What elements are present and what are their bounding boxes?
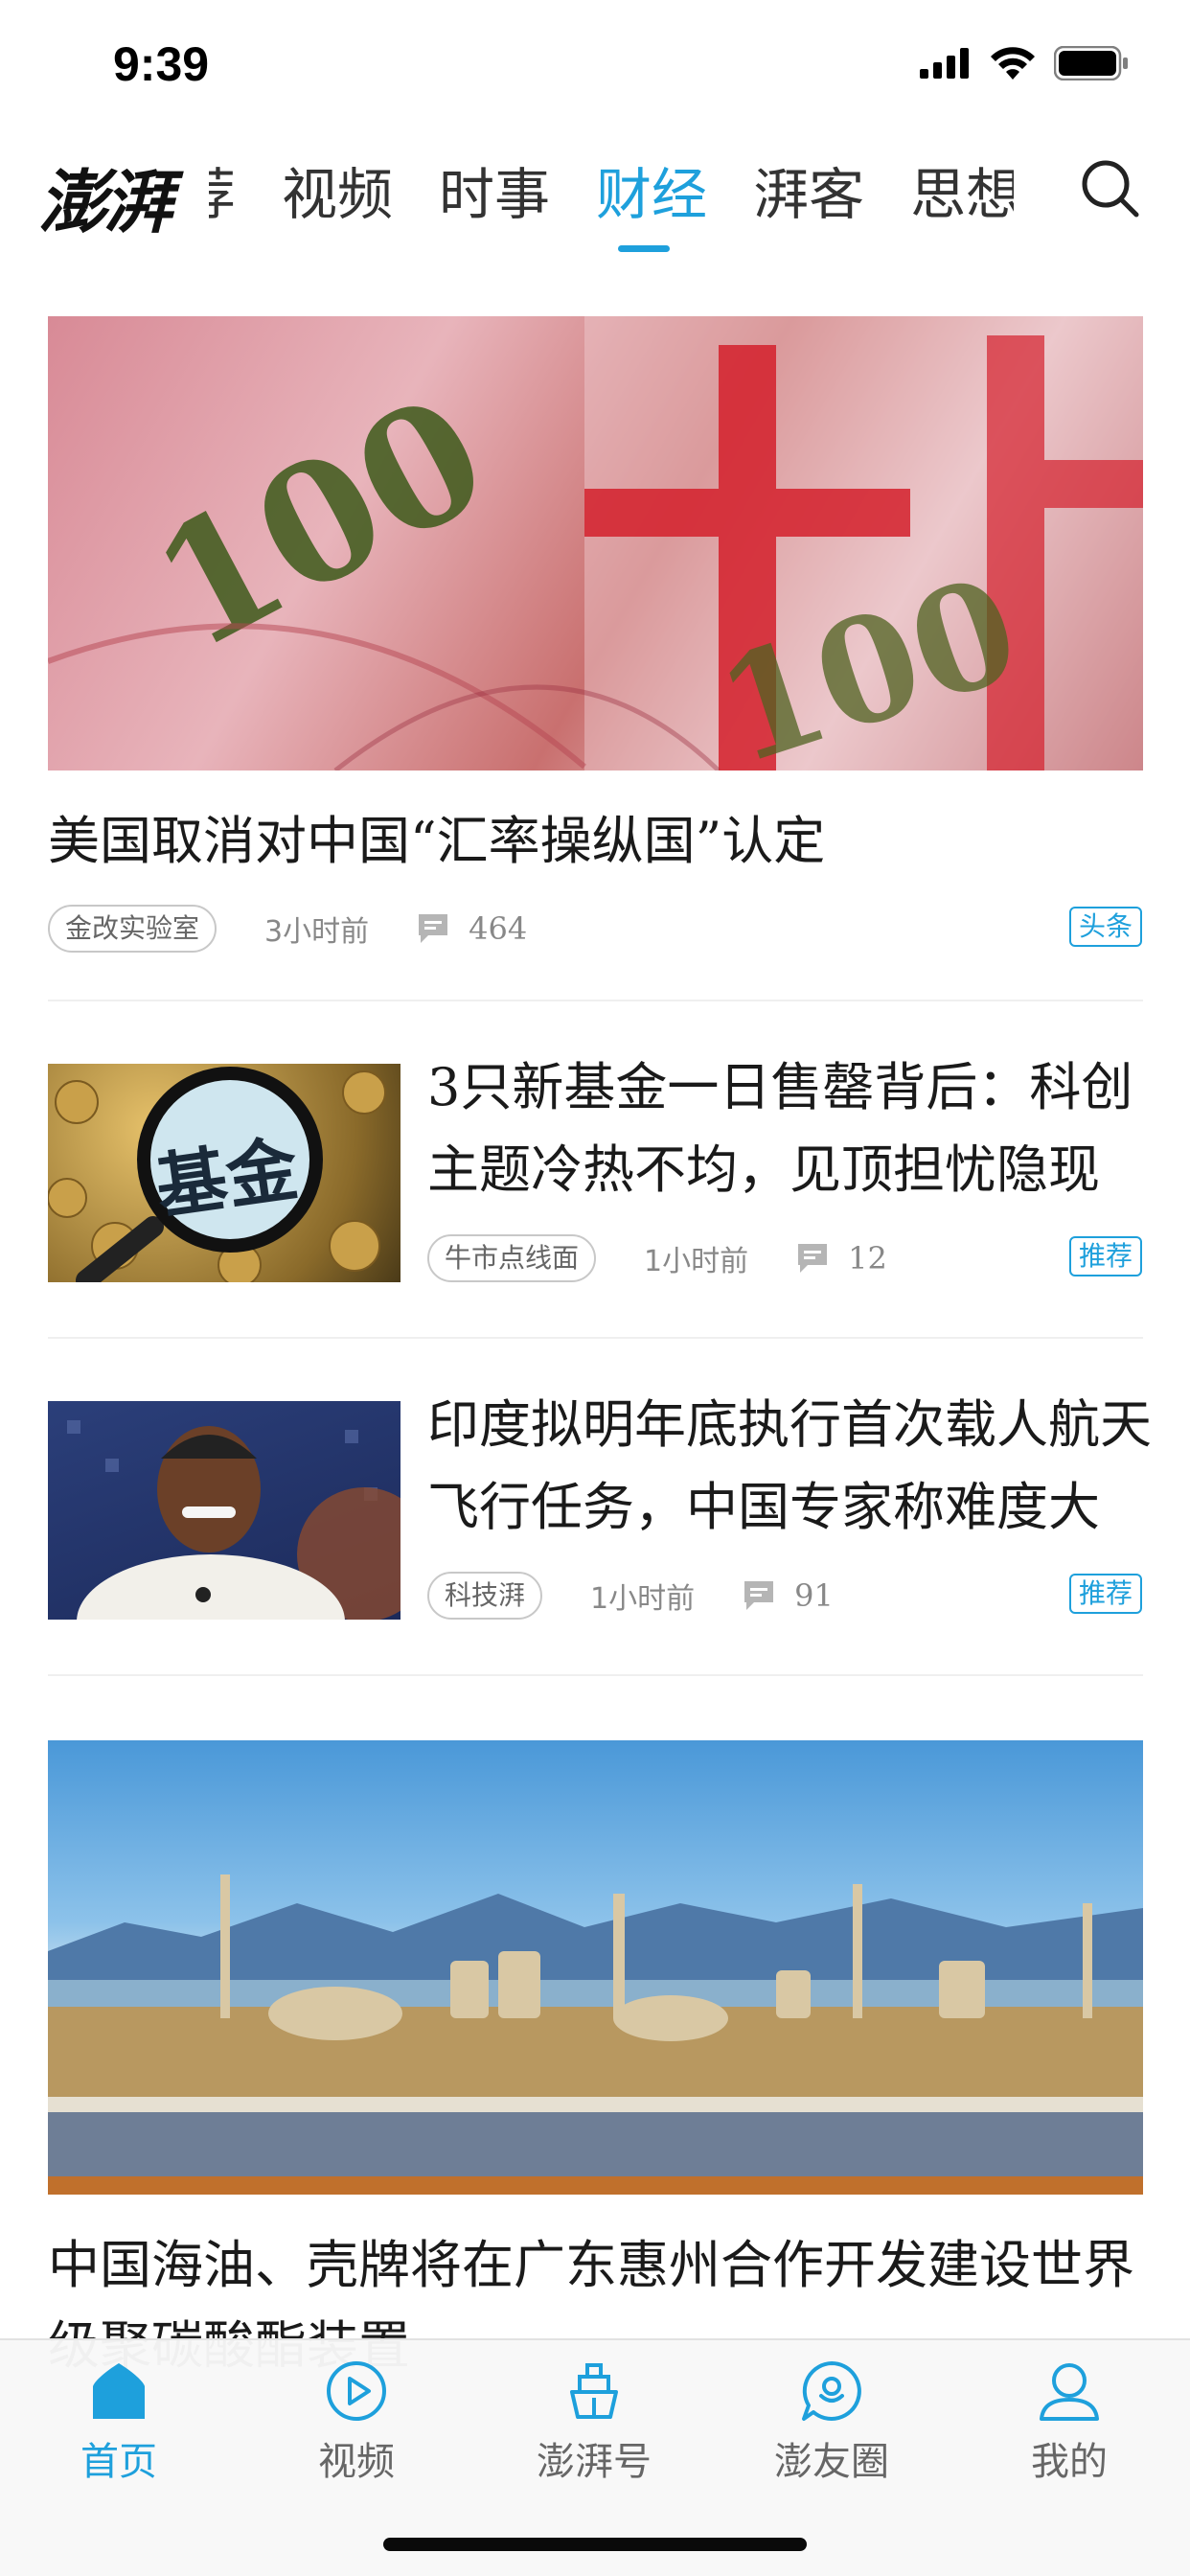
comment-icon [419,914,448,943]
divider [48,1337,1143,1339]
source-tag[interactable]: 科技湃 [427,1572,543,1620]
svg-text:100: 100 [126,358,515,687]
tabbar-pengyouquan[interactable]: 澎友圈 [736,2359,927,2486]
tab-video[interactable]: 视频 [282,150,393,230]
refinery-illustration [48,1874,1143,2195]
app-logo[interactable]: 澎湃 [38,146,172,246]
tab-current-affairs[interactable]: 时事 [439,150,550,230]
tab-finance[interactable]: 财经 [596,150,707,230]
article-thumbnail-fund[interactable]: 基金 [48,1064,400,1282]
tabbar-home[interactable]: 首页 [23,2359,215,2486]
battery-icon [1054,46,1128,80]
person-illustration [67,1420,400,1620]
tabbar-me[interactable]: 我的 [973,2359,1165,2486]
source-tag[interactable]: 牛市点线面 [427,1234,597,1282]
play-icon [327,2361,386,2421]
active-tab-indicator [618,245,670,252]
tabbar-label: 我的 [1031,2440,1108,2484]
divider [48,1674,1143,1676]
top-navigation: 澎湃 荐 视频 时事 财经 湃客 思想 [0,125,1190,259]
source-tag[interactable]: 金改实验室 [48,905,217,953]
banknote-illustration: 100 100 [48,316,1143,770]
comment-count: 91 [794,1577,834,1614]
tab-paike[interactable]: 湃客 [753,150,864,230]
home-indicator[interactable] [383,2538,807,2551]
tab-thought[interactable]: 思想 [910,150,1014,230]
divider [48,1000,1143,1001]
article-thumbnail-person[interactable] [48,1401,400,1620]
comment-count: 12 [848,1240,887,1276]
tab-recommend[interactable]: 荐 [209,150,236,230]
signal-icon [920,48,969,79]
home-icon [93,2363,145,2419]
tabbar-pengpaihao[interactable]: 澎湃号 [498,2359,690,2486]
status-icons [920,46,1129,80]
publish-time: 1小时前 [590,1582,696,1616]
article-meta: 牛市点线面 1小时前 12 [427,1234,887,1282]
chat-bubble-icon [802,2361,861,2421]
tabbar-label: 视频 [318,2440,395,2484]
thumbnail-label: 基金 [150,1128,304,1230]
article-meta: 科技湃 1小时前 91 [427,1572,834,1620]
tabbar-label: 澎友圈 [774,2440,889,2484]
article-image-banknotes[interactable]: 100 100 [48,316,1143,770]
headline-badge: 头条 [1068,907,1142,947]
publish-time: 1小时前 [644,1245,749,1278]
recommend-badge: 推荐 [1068,1574,1142,1614]
user-icon [1040,2363,1099,2421]
recommend-badge: 推荐 [1068,1236,1142,1276]
article-title[interactable]: 印度拟明年底执行首次载人航天飞行任务，中国专家称难度大 [427,1384,1156,1549]
tabbar-video[interactable]: 视频 [261,2359,452,2486]
article-meta: 金改实验室 3小时前 464 [48,905,527,953]
wifi-icon [991,47,1035,80]
comment-icon [744,1581,774,1610]
search-icon[interactable] [1075,153,1144,222]
publish-time: 3小时前 [264,915,370,949]
status-bar: 9:39 [0,0,1190,125]
status-time: 9:39 [113,37,210,91]
article-title[interactable]: 3只新基金一日售罄背后：科创主题冷热不均，见顶担忧隐现 [427,1046,1156,1211]
tabbar-label: 首页 [80,2440,157,2484]
article-image-refinery[interactable] [48,1740,1143,2195]
comment-count: 464 [469,910,528,947]
channel-tabs: 荐 视频 时事 财经 湃客 思想 [209,125,1014,259]
tabbar-label: 澎湃号 [537,2440,652,2484]
comment-icon [798,1244,828,1273]
ship-icon [570,2363,618,2419]
article-title[interactable]: 美国取消对中国“汇率操纵国”认定 [48,801,825,882]
